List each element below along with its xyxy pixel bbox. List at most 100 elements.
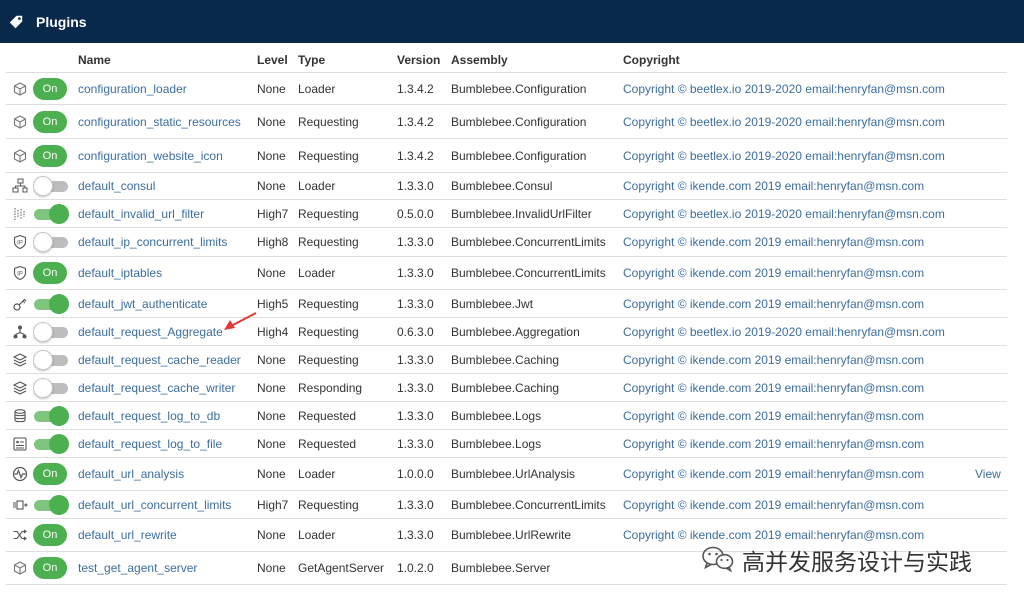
toggle-switch-on[interactable] <box>33 203 69 225</box>
view-cell <box>975 518 1007 552</box>
toggle-switch-off[interactable] <box>33 321 69 343</box>
shuffle-icon <box>13 529 27 541</box>
plugin-name-link[interactable]: default_request_cache_writer <box>78 381 235 395</box>
switch-cell <box>33 317 78 346</box>
column-header-version[interactable]: Version <box>397 47 451 73</box>
copyright-cell: Copyright © beetlex.io 2019-2020 email:h… <box>623 72 975 105</box>
plugin-name-link[interactable]: default_url_rewrite <box>78 528 177 542</box>
plugin-name-link[interactable]: default_url_analysis <box>78 467 184 481</box>
plugin-icon-cell <box>6 172 33 200</box>
view-cell <box>975 104 1007 139</box>
plugin-name-link[interactable]: default_request_Aggregate <box>78 325 223 339</box>
plugin-name-link[interactable]: default_consul <box>78 179 155 193</box>
column-header-assembly[interactable]: Assembly <box>451 47 623 73</box>
plugin-name-link[interactable]: default_request_cache_reader <box>78 353 241 367</box>
column-header-type[interactable]: Type <box>298 47 397 73</box>
switch-cell: On <box>33 518 78 552</box>
on-button[interactable]: On <box>33 557 67 579</box>
toggle-switch-off[interactable] <box>33 175 69 197</box>
table-row: On default_url_analysis None Loader 1.0.0.0 B… <box>6 457 1007 491</box>
copyright-cell: Copyright © beetlex.io 2019-2020 email:h… <box>623 199 975 228</box>
plugin-icon-cell <box>6 457 33 491</box>
view-cell <box>975 373 1007 402</box>
version-cell: 0.5.0.0 <box>397 199 451 228</box>
pulse-icon <box>12 466 27 482</box>
level-cell: High7 <box>257 199 298 228</box>
column-header-copyright[interactable]: Copyright <box>623 47 975 73</box>
view-cell <box>975 317 1007 346</box>
copyright-cell: Copyright © ikende.com 2019 email:henryf… <box>623 256 975 290</box>
type-cell: Requesting <box>298 227 397 257</box>
level-cell: High5 <box>257 289 298 318</box>
table-row: default_request_Aggregate High4 Requesting… <box>6 317 1007 346</box>
switch-cell <box>33 227 78 257</box>
toggle-switch-off[interactable] <box>33 231 69 253</box>
plugin-name-link[interactable]: test_get_agent_server <box>78 561 197 575</box>
toggle-switch-off[interactable] <box>33 349 69 371</box>
plugin-name-cell: configuration_website_icon <box>78 138 257 173</box>
plugin-name-link[interactable]: default_request_log_to_db <box>78 409 220 423</box>
plugin-icon-cell: IP <box>6 227 33 257</box>
plugin-name-link[interactable]: default_jwt_authenticate <box>78 297 207 311</box>
plugin-icon-cell <box>6 373 33 402</box>
on-button[interactable]: On <box>33 144 67 167</box>
toggle-switch-on[interactable] <box>33 405 69 427</box>
copyright-cell: Copyright © ikende.com 2019 email:henryf… <box>623 373 975 402</box>
toggle-switch-on[interactable] <box>33 293 69 315</box>
column-header-level[interactable]: Level <box>257 47 298 73</box>
switch-cell <box>33 401 78 430</box>
plugin-name-cell: default_request_log_to_db <box>78 401 257 430</box>
on-button[interactable]: On <box>33 77 67 100</box>
view-cell <box>975 138 1007 173</box>
assembly-cell: Bumblebee.Caching <box>451 373 623 402</box>
table-header-row: Name Level Type Version Assembly Copyrig… <box>6 47 1007 73</box>
level-cell: None <box>257 256 298 290</box>
switch-cell: On <box>33 138 78 173</box>
plugin-name-link[interactable]: default_iptables <box>78 266 162 280</box>
assembly-cell: Bumblebee.Configuration <box>451 72 623 105</box>
on-button[interactable]: On <box>33 524 67 546</box>
toggle-switch-on[interactable] <box>33 433 69 455</box>
plugin-name-link[interactable]: configuration_website_icon <box>78 149 223 163</box>
switch-cell <box>33 373 78 402</box>
toggle-switch-off[interactable] <box>33 377 69 399</box>
copyright-cell: Copyright © ikende.com 2019 email:henryf… <box>623 172 975 200</box>
table-row: default_jwt_authenticate High5 Requesting 1… <box>6 289 1007 318</box>
cube-icon <box>13 148 26 163</box>
switch-cell <box>33 490 78 519</box>
watermark-text: 高并发服务设计与实践 <box>742 549 972 575</box>
copyright-cell: Copyright © beetlex.io 2019-2020 email:h… <box>623 104 975 139</box>
switch-cell <box>33 289 78 318</box>
type-cell: Loader <box>298 457 397 491</box>
on-button[interactable]: On <box>33 463 67 485</box>
plugin-name-link[interactable]: configuration_static_resources <box>78 115 241 129</box>
file-log-icon <box>12 436 27 451</box>
plugin-icon-cell <box>6 490 33 519</box>
view-link[interactable]: View <box>975 467 1001 481</box>
column-header-name[interactable]: Name <box>78 47 257 73</box>
switch-cell <box>33 172 78 200</box>
plugin-name-link[interactable]: default_request_log_to_file <box>78 437 222 451</box>
type-cell: Loader <box>298 72 397 105</box>
on-button[interactable]: On <box>33 110 67 133</box>
ip-shield-icon: IP <box>13 265 26 281</box>
plugins-table: Name Level Type Version Assembly Copyrig… <box>6 47 1007 585</box>
version-cell: 0.6.3.0 <box>397 317 451 346</box>
plugin-name-link[interactable]: default_ip_concurrent_limits <box>78 235 227 249</box>
on-button[interactable]: On <box>33 262 67 284</box>
table-row: default_consul None Loader 1.3.3.0 Bumblebee… <box>6 172 1007 200</box>
plugin-name-link[interactable]: default_invalid_url_filter <box>78 207 204 221</box>
version-cell: 1.3.4.2 <box>397 104 451 139</box>
toggle-switch-on[interactable] <box>33 494 69 516</box>
version-cell: 1.3.3.0 <box>397 401 451 430</box>
plugin-name-link[interactable]: configuration_loader <box>78 82 187 96</box>
table-row: default_request_cache_reader None Requesti… <box>6 345 1007 374</box>
level-cell: None <box>257 72 298 105</box>
copyright-cell: Copyright © ikende.com 2019 email:henryf… <box>623 429 975 458</box>
level-cell: High7 <box>257 490 298 519</box>
view-cell <box>975 490 1007 519</box>
plugin-name-link[interactable]: default_url_concurrent_limits <box>78 498 231 512</box>
copyright-cell: Copyright © beetlex.io 2019-2020 email:h… <box>623 317 975 346</box>
plugin-name-cell: default_url_analysis <box>78 457 257 491</box>
plugin-icon-cell <box>6 429 33 458</box>
